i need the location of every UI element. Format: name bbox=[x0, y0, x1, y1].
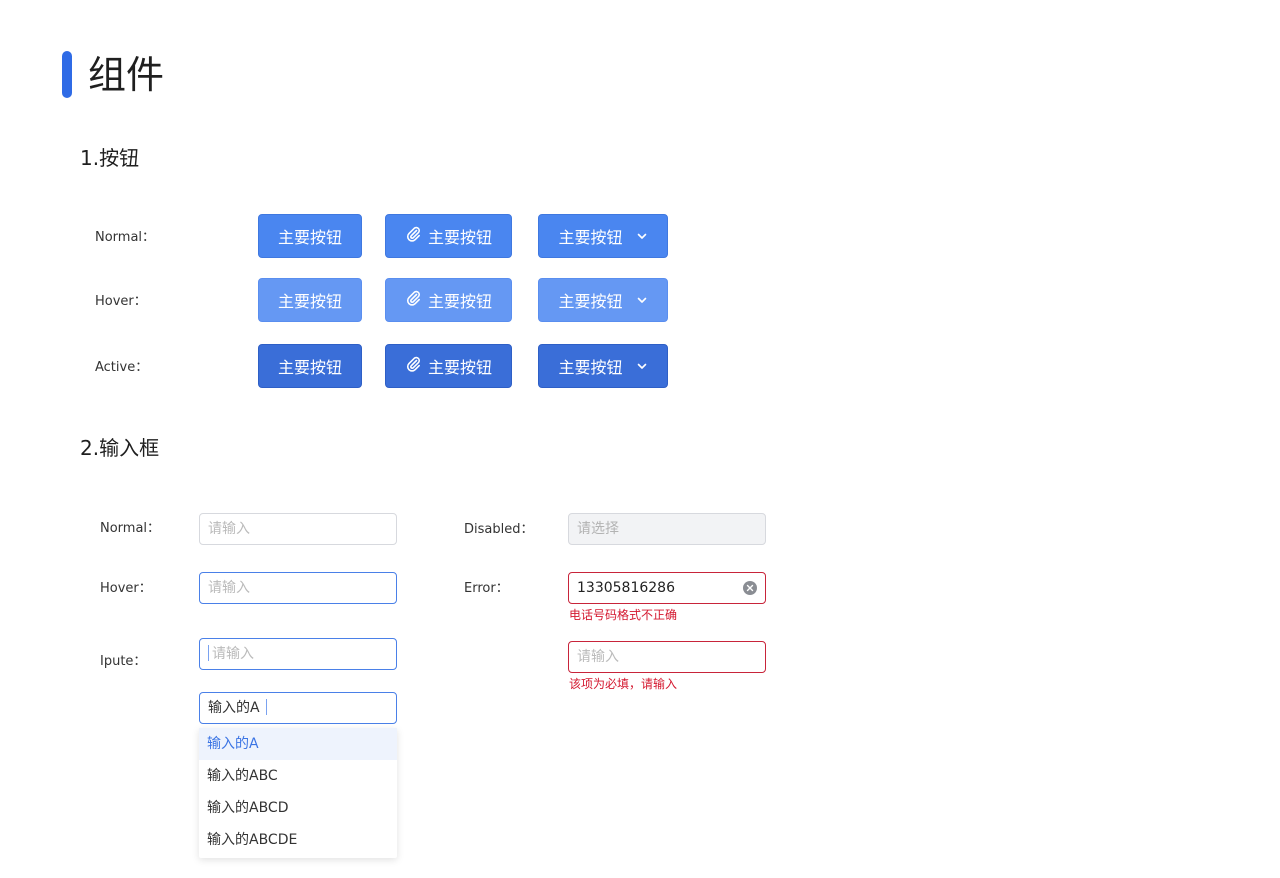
button-label: 主要按钮 bbox=[277, 292, 342, 311]
button-label: 主要按钮 bbox=[277, 358, 342, 377]
text-input-typing[interactable]: 输入的A bbox=[199, 692, 397, 724]
input-value: 输入的A bbox=[208, 700, 260, 716]
primary-button-active[interactable]: 主要按钮 bbox=[258, 344, 362, 388]
dropdown-option[interactable]: 输入的ABCDE bbox=[199, 824, 397, 856]
error-message-phone: 电话号码格式不正确 bbox=[569, 608, 678, 622]
text-input-focused-empty[interactable]: 请输入 bbox=[199, 638, 397, 670]
clear-icon[interactable] bbox=[743, 581, 757, 595]
button-label: 主要按钮 bbox=[427, 292, 492, 311]
primary-icon-button-normal[interactable]: 主要按钮 bbox=[385, 214, 512, 258]
required-input-error[interactable]: 请输入 bbox=[568, 641, 766, 673]
button-label: 主要按钮 bbox=[427, 228, 492, 247]
primary-icon-button-active[interactable]: 主要按钮 bbox=[385, 344, 512, 388]
input-label-normal: Normal： bbox=[100, 521, 161, 536]
button-label: 主要按钮 bbox=[558, 358, 623, 377]
text-input-normal[interactable]: 请输入 bbox=[199, 513, 397, 545]
chevron-down-icon bbox=[636, 291, 648, 310]
primary-dropdown-button-hover[interactable]: 主要按钮 bbox=[538, 278, 668, 322]
text-input-hover[interactable]: 请输入 bbox=[199, 572, 397, 604]
dropdown-option[interactable]: 输入的A bbox=[199, 728, 397, 760]
primary-button-hover[interactable]: 主要按钮 bbox=[258, 278, 362, 322]
primary-icon-button-hover[interactable]: 主要按钮 bbox=[385, 278, 512, 322]
error-message-required: 该项为必填，请输入 bbox=[569, 677, 678, 691]
paperclip-icon bbox=[405, 355, 423, 377]
input-placeholder: 请输入 bbox=[212, 646, 254, 662]
dropdown-option[interactable]: 输入的ABC bbox=[199, 760, 397, 792]
chevron-down-icon bbox=[636, 227, 648, 246]
autocomplete-dropdown: 输入的A 输入的ABC 输入的ABCD 输入的ABCDE bbox=[199, 728, 397, 858]
title-accent-bar bbox=[62, 51, 72, 98]
button-label: 主要按钮 bbox=[427, 358, 492, 377]
page-title: 组件 bbox=[88, 53, 165, 97]
row-label-normal: Normal： bbox=[95, 230, 156, 245]
input-value: 13305816286 bbox=[577, 580, 675, 596]
input-placeholder: 请输入 bbox=[208, 521, 250, 537]
input-label-input: Ipute： bbox=[100, 654, 147, 669]
paperclip-icon bbox=[405, 225, 423, 247]
chevron-down-icon bbox=[636, 357, 648, 376]
dropdown-option[interactable]: 输入的ABCD bbox=[199, 792, 397, 824]
primary-dropdown-button-normal[interactable]: 主要按钮 bbox=[538, 214, 668, 258]
text-caret bbox=[265, 699, 267, 715]
input-label-hover: Hover： bbox=[100, 581, 152, 596]
section-title-buttons: 1.按钮 bbox=[80, 146, 140, 170]
row-label-hover: Hover： bbox=[95, 294, 147, 309]
input-label-error: Error： bbox=[464, 581, 509, 596]
text-caret bbox=[208, 645, 209, 661]
row-label-active: Active： bbox=[95, 360, 149, 375]
primary-button-normal[interactable]: 主要按钮 bbox=[258, 214, 362, 258]
select-input-disabled: 请选择 bbox=[568, 513, 766, 545]
paperclip-icon bbox=[405, 289, 423, 311]
button-label: 主要按钮 bbox=[277, 228, 342, 247]
input-placeholder: 请选择 bbox=[577, 521, 619, 537]
input-placeholder: 请输入 bbox=[208, 580, 250, 596]
button-label: 主要按钮 bbox=[558, 292, 623, 311]
button-label: 主要按钮 bbox=[558, 228, 623, 247]
section-title-inputs: 2.输入框 bbox=[80, 436, 160, 460]
input-label-disabled: Disabled： bbox=[464, 522, 534, 537]
phone-input-error[interactable]: 13305816286 bbox=[568, 572, 766, 604]
input-placeholder: 请输入 bbox=[577, 649, 619, 665]
primary-dropdown-button-active[interactable]: 主要按钮 bbox=[538, 344, 668, 388]
